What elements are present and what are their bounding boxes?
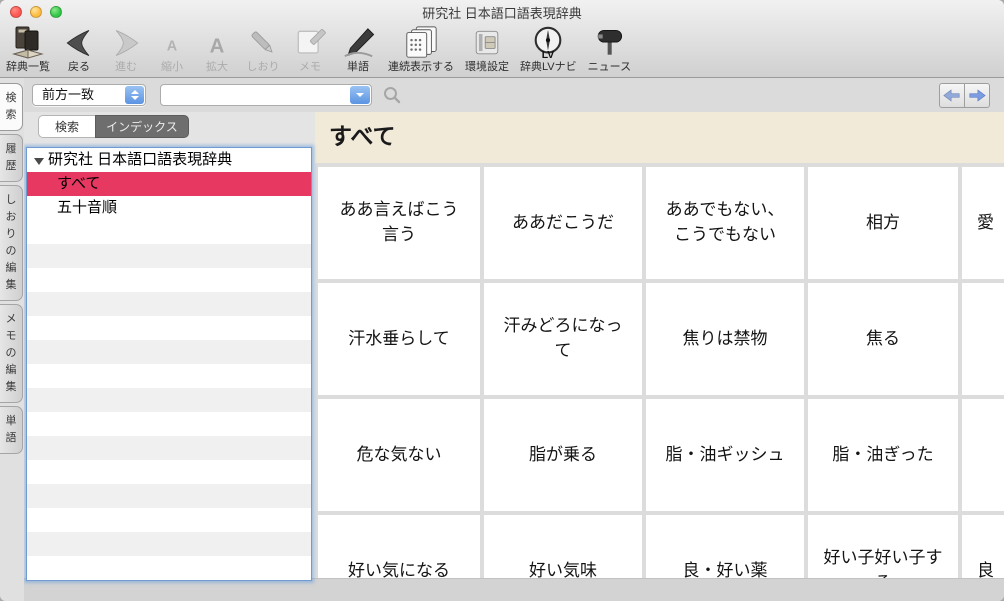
index-tree-panel: 研究社 日本語口語表現辞典 すべて五十音順 [26,147,312,581]
entry-cell[interactable]: 好い子好い子する [808,515,958,578]
news-icon [591,24,627,61]
entry-cell[interactable]: ああ言えばこう言う [318,167,480,279]
tree-item-row[interactable]: 五十音順 [27,196,311,220]
combo-dropdown-button[interactable] [350,86,370,104]
entry-cell[interactable] [962,399,1004,511]
back-button-label: 戻る [68,61,90,73]
continuous-display-button[interactable]: 連続表示する [388,24,454,74]
preferences-icon [469,24,505,61]
forward-button-label: 進む [115,61,137,73]
shrink-text-icon: A [155,24,189,61]
entry-cell[interactable] [962,283,1004,395]
app-window: 研究社 日本語口語表現辞典 辞典一覧 戻る 進む A 縮小 A 拡大 しおり メモ 単語 連続表示す… [0,0,1004,601]
title-bar: 研究社 日本語口語表現辞典 [0,0,1004,21]
side-tab-words[interactable]: 単語 [0,406,23,454]
bookmark-icon [245,24,281,61]
side-tab-strip: 検索履歴しおりの編集メモの編集単語 [0,78,24,601]
preferences-button[interactable]: 環境設定 [465,24,509,74]
entry-cell[interactable]: 脂・油ギッシュ [646,399,804,511]
dictionary-list-button[interactable]: 辞典一覧 [6,24,50,74]
shrink-text-button[interactable]: A 縮小 [155,24,189,74]
entry-cell[interactable]: 焦りは禁物 [646,283,804,395]
main-content: すべて ああ言えばこう言う ああだこうだ ああでもない、こうでもない 相方愛汗水垂らし… [315,112,1004,578]
window-bottom-edge [0,578,1004,601]
content-header: すべて [315,112,1004,163]
entry-cell[interactable]: 好い気味 [484,515,642,578]
enlarge-text-icon: A [200,24,234,61]
tree-root-label: 研究社 日本語口語表現辞典 [48,151,233,168]
continuous-display-icon [400,24,442,61]
word-button[interactable]: 単語 [339,24,377,74]
news-button-label: ニュース [587,61,632,73]
entries-grid: ああ言えばこう言う ああだこうだ ああでもない、こうでもない 相方愛汗水垂らして 汗みど… [315,163,1004,578]
search-icon[interactable] [382,85,402,105]
memo-button[interactable]: メモ [292,24,328,74]
entry-cell[interactable]: 相方 [808,167,958,279]
content-nav-buttons [939,83,990,108]
news-button[interactable]: ニュース [588,24,631,74]
side-tab-bookmark-edit[interactable]: しおりの編集 [0,185,23,301]
search-combobox [160,84,372,106]
entry-cell[interactable]: 良・好い薬 [646,515,804,578]
tab-search[interactable]: 検索 [38,115,95,138]
entry-cell[interactable]: 脂・油ぎった [808,399,958,511]
side-tab-memo-edit[interactable]: メモの編集 [0,304,23,403]
shrink-text-button-label: 縮小 [161,61,183,73]
bookmark-button-label: しおり [246,61,280,73]
entry-cell[interactable]: 汗みどろになって [484,283,642,395]
forward-button[interactable]: 進む [108,24,144,74]
entry-cell[interactable]: 汗水垂らして [318,283,480,395]
back-button[interactable]: 戻る [61,24,97,74]
entry-cell[interactable]: 良 [962,515,1004,578]
toolbar: 辞典一覧 戻る 進む A 縮小 A 拡大 しおり メモ 単語 連続表示する 環境設定 LV 辞典LVナビニ… [0,20,1004,78]
entry-cell[interactable]: 脂が乗る [484,399,642,511]
search-input[interactable] [165,86,345,104]
forward-icon [108,24,144,61]
lv-navi-icon: LV [529,24,567,61]
match-mode-popup[interactable]: 前方一致 [32,84,146,106]
word-icon [339,24,377,61]
entry-cell[interactable]: 焦る [808,283,958,395]
dictionary-lv-navi-button-label: 辞典LVナビ [520,61,577,73]
tree-root-row[interactable]: 研究社 日本語口語表現辞典 [27,148,311,172]
entry-cell[interactable]: 危な気ない [318,399,480,511]
right-arrow-icon [969,89,986,102]
bookmark-button[interactable]: しおり [245,24,281,74]
word-button-label: 単語 [347,61,369,73]
memo-button-label: メモ [299,61,321,73]
window-chrome: 研究社 日本語口語表現辞典 辞典一覧 戻る 進む A 縮小 A 拡大 しおり メモ 単語 連続表示す… [0,0,1004,78]
enlarge-text-button[interactable]: A 拡大 [200,24,234,74]
content-forward-button[interactable] [964,83,990,108]
continuous-display-button-label: 連続表示する [388,61,454,73]
left-arrow-icon [943,89,960,102]
match-mode-value: 前方一致 [42,87,95,102]
entry-cell[interactable]: ああでもない、こうでもない [646,167,804,279]
side-tab-history[interactable]: 履歴 [0,134,23,182]
entry-cell[interactable]: 愛 [962,167,1004,279]
tree-item-label: 五十音順 [57,199,118,216]
popup-stepper-icon [125,86,144,104]
tree-item-row[interactable]: すべて [27,172,311,196]
side-tab-search[interactable]: 検索 [0,83,23,131]
search-bar: 前方一致 [24,78,1004,112]
entry-cell[interactable]: ああだこうだ [484,167,642,279]
memo-icon [292,24,328,61]
enlarge-text-button-label: 拡大 [206,61,228,73]
content-back-button[interactable] [939,83,965,108]
dictionary-lv-navi-button[interactable]: LV 辞典LVナビ [520,24,577,74]
tab-index[interactable]: インデックス [95,115,189,138]
svg-text:A: A [210,35,225,57]
svg-text:LV: LV [542,50,555,61]
svg-text:A: A [167,38,178,54]
entry-cell[interactable]: 好い気になる [318,515,480,578]
tree-item-label: すべて [57,175,101,192]
tree-empty-rows [27,220,311,580]
search-index-tabs: 検索 インデックス [38,115,189,138]
dictionary-list-button-label: 辞典一覧 [6,61,50,73]
disclosure-triangle-icon[interactable] [34,157,44,165]
back-icon [61,24,97,61]
dictionary-list-icon [8,24,48,61]
preferences-button-label: 環境設定 [465,61,509,73]
